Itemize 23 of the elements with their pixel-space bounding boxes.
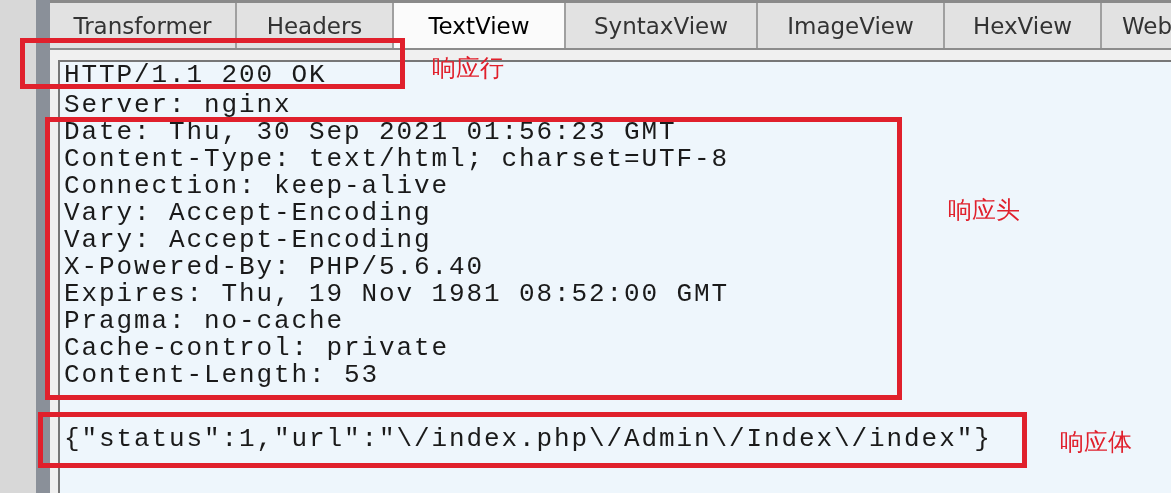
- header-line: Expires: Thu, 19 Nov 1981 08:52:00 GMT: [64, 281, 730, 308]
- tab[interactable]: Headers: [237, 3, 394, 48]
- header-line: X-Powered-By: PHP/5.6.40: [64, 254, 485, 281]
- annotation-label: 响应行: [432, 53, 504, 84]
- status-line: HTTP/1.1 200 OK: [64, 62, 327, 89]
- header-line: Cache-control: private: [64, 335, 450, 362]
- tab[interactable]: Web: [1102, 3, 1171, 48]
- tab[interactable]: SyntaxView: [566, 3, 758, 48]
- header-line: Connection: keep-alive: [64, 173, 450, 200]
- tab[interactable]: Transformer: [50, 3, 237, 48]
- response-body-line: {"status":1,"url":"\/index.php\/Admin\/Index\/index"}: [64, 426, 992, 453]
- header-line: Pragma: no-cache: [64, 308, 345, 335]
- tab[interactable]: HexView: [945, 3, 1102, 48]
- header-line: Vary: Accept-Encoding: [64, 200, 432, 227]
- header-line: Server: nginx: [64, 92, 292, 119]
- header-line: Content-Type: text/html; charset=UTF-8: [64, 146, 730, 173]
- header-line: Vary: Accept-Encoding: [64, 227, 432, 254]
- header-line: Date: Thu, 30 Sep 2021 01:56:23 GMT: [64, 119, 677, 146]
- tab[interactable]: TextView: [394, 3, 566, 48]
- tab[interactable]: ImageView: [758, 3, 945, 48]
- header-line: Content-Length: 53: [64, 362, 380, 389]
- annotation-label: 响应头: [948, 195, 1020, 226]
- annotation-label: 响应体: [1060, 427, 1132, 458]
